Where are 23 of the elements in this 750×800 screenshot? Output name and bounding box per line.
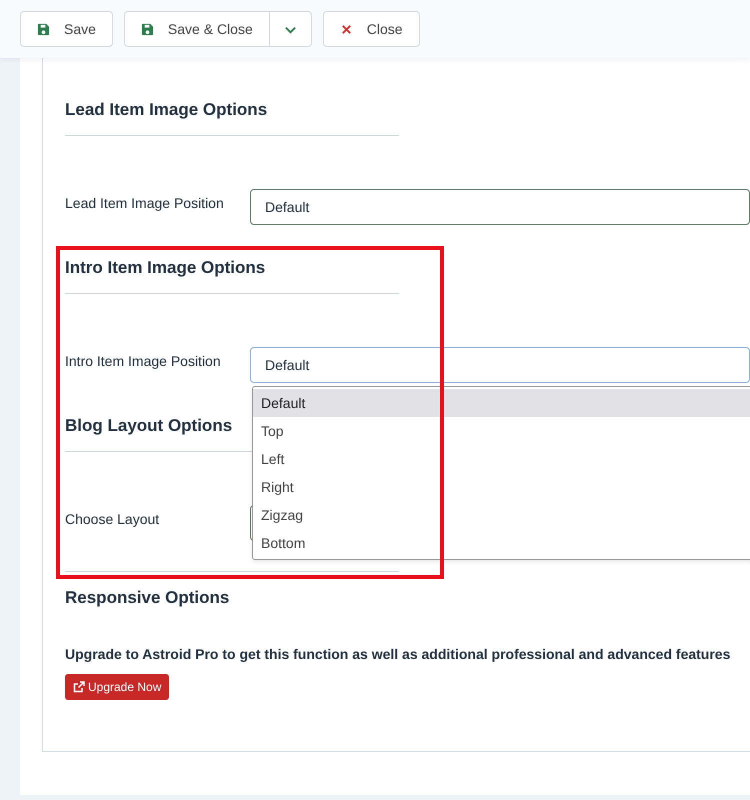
save-close-button[interactable]: Save & Close xyxy=(124,11,270,47)
dropdown-option[interactable]: Zigzag xyxy=(253,501,750,529)
dropdown-option[interactable]: Bottom xyxy=(253,529,750,557)
upgrade-now-button[interactable]: Upgrade Now xyxy=(65,674,170,700)
field-label: Lead Item Image Position xyxy=(65,195,225,211)
close-icon xyxy=(340,22,353,36)
dropdown-option[interactable]: Top xyxy=(253,417,750,445)
upgrade-message: Upgrade to Astroid Pro to get this function as well as additional professional and advanced features xyxy=(65,646,732,662)
section-heading: Intro Item Image Options xyxy=(65,257,266,279)
dropdown-option[interactable]: Left xyxy=(253,445,750,473)
section-heading: Blog Layout Options xyxy=(65,415,232,437)
dropdown-option[interactable]: Default xyxy=(253,389,750,417)
external-link-icon xyxy=(73,681,85,693)
dropdown-toggle-button[interactable] xyxy=(268,11,312,47)
dropdown-option[interactable]: Right xyxy=(253,473,750,501)
select-field[interactable]: Default xyxy=(250,189,750,225)
field-label: Intro Item Image Position xyxy=(65,353,222,369)
save-button[interactable]: Save xyxy=(20,11,113,47)
field-label: Choose Layout xyxy=(65,511,160,527)
select-field[interactable]: Default xyxy=(250,347,750,383)
section-heading: Lead Item Image Options xyxy=(65,99,268,121)
close-button[interactable]: Close xyxy=(322,11,420,47)
section-heading: Responsive Options xyxy=(65,587,230,609)
